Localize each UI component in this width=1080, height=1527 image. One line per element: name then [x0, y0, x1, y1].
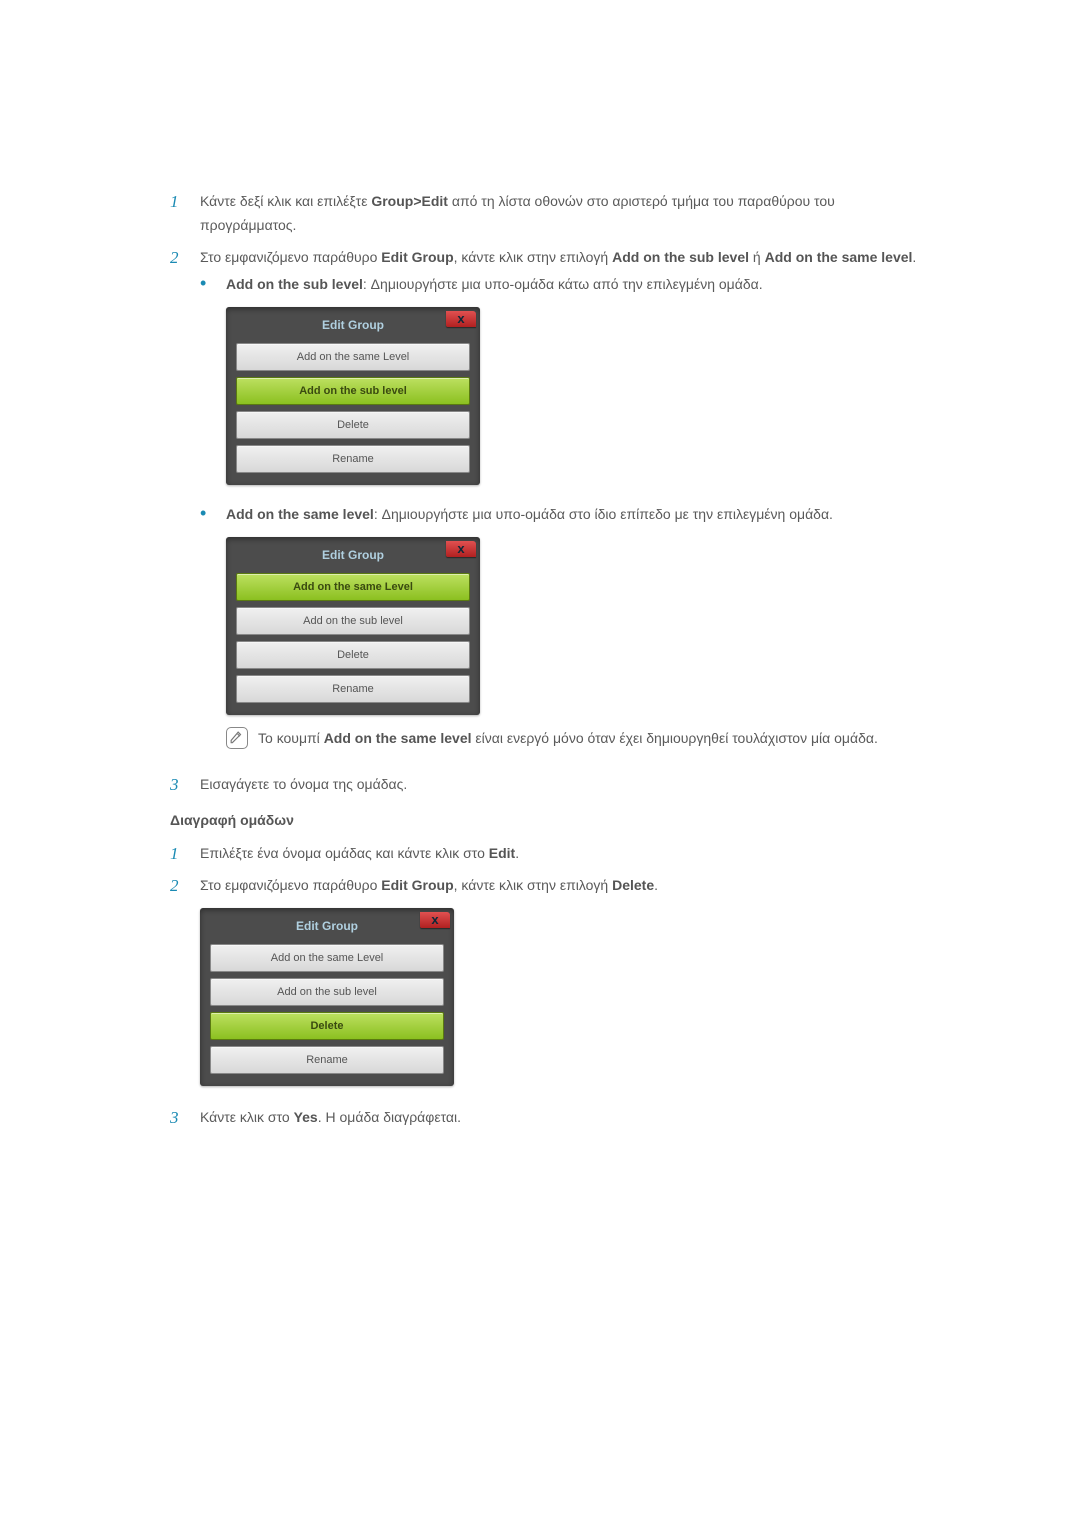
steps-list-b: 1 Επιλέξτε ένα όνομα ομάδας και κάντε κλ… — [170, 842, 925, 1129]
step-number: 1 — [170, 190, 194, 214]
del-step-3: 3 Κάντε κλικ στο Yes. Η ομάδα διαγράφετα… — [170, 1106, 925, 1130]
dialog-title: Edit Group — [322, 315, 384, 335]
text: . — [912, 249, 916, 265]
rename-button[interactable]: Rename — [236, 675, 470, 703]
bullet-body: Add on the same level: Δημιουργήστε μια … — [226, 503, 925, 759]
text: Στο εμφανιζόμενο παράθυρο — [200, 249, 381, 265]
edit-group-dialog-delete: Edit Group x Add on the same Level Add o… — [200, 908, 454, 1086]
subheading-delete-groups: Διαγραφή ομάδων — [170, 809, 925, 833]
add-same-level-button[interactable]: Add on the same Level — [236, 343, 470, 371]
bold: Add on the sub level — [612, 249, 749, 265]
step-body: Στο εμφανιζόμενο παράθυρο Edit Group, κά… — [200, 246, 925, 765]
del-step-2: 2 Στο εμφανιζόμενο παράθυρο Edit Group, … — [170, 874, 925, 1098]
dialog-titlebar: Edit Group x — [232, 543, 474, 567]
delete-button[interactable]: Delete — [236, 411, 470, 439]
step-body: Κάντε κλικ στο Yes. Η ομάδα διαγράφεται. — [200, 1106, 925, 1130]
bold: Add on the same level — [765, 249, 913, 265]
dialog-title: Edit Group — [296, 916, 358, 936]
steps-list-a: 1 Κάντε δεξί κλικ και επιλέξτε Group>Edi… — [170, 190, 925, 797]
bold: Add on the same level — [226, 506, 374, 522]
step-1: 1 Κάντε δεξί κλικ και επιλέξτε Group>Edi… — [170, 190, 925, 238]
close-icon[interactable]: x — [446, 311, 476, 327]
delete-button[interactable]: Delete — [236, 641, 470, 669]
step-number: 2 — [170, 874, 194, 898]
step-body: Κάντε δεξί κλικ και επιλέξτε Group>Edit … — [200, 190, 925, 238]
text: , κάντε κλικ στην επιλογή — [454, 249, 612, 265]
close-icon[interactable]: x — [420, 912, 450, 928]
bullet-dot-icon: • — [200, 503, 222, 525]
bold: Edit Group — [381, 249, 453, 265]
text: : Δημιουργήστε μια υπο-ομάδα κάτω από τη… — [363, 276, 763, 292]
bullet-body: Add on the sub level: Δημιουργήστε μια υ… — [226, 273, 925, 497]
step-number: 3 — [170, 773, 194, 797]
note-icon — [226, 727, 248, 749]
rename-button[interactable]: Rename — [210, 1046, 444, 1074]
text: ή — [749, 249, 765, 265]
text: . — [515, 845, 519, 861]
add-sub-level-button[interactable]: Add on the sub level — [236, 377, 470, 405]
text: Κάντε κλικ στο — [200, 1109, 294, 1125]
bold: Delete — [612, 877, 654, 893]
dialog-title: Edit Group — [322, 545, 384, 565]
note-text: Το κουμπί Add on the same level είναι εν… — [258, 727, 925, 751]
step-number: 3 — [170, 1106, 194, 1130]
text: , κάντε κλικ στην επιλογή — [454, 877, 612, 893]
step-3: 3 Εισαγάγετε το όνομα της ομάδας. — [170, 773, 925, 797]
step-body: Επιλέξτε ένα όνομα ομάδας και κάντε κλικ… — [200, 842, 925, 866]
bold: Add on the same level — [324, 730, 472, 746]
dialog-titlebar: Edit Group x — [206, 914, 448, 938]
note: Το κουμπί Add on the same level είναι εν… — [226, 727, 925, 751]
text: Το κουμπί — [258, 730, 324, 746]
bold: Edit Group — [381, 877, 453, 893]
del-step-1: 1 Επιλέξτε ένα όνομα ομάδας και κάντε κλ… — [170, 842, 925, 866]
dialog-titlebar: Edit Group x — [232, 313, 474, 337]
add-same-level-button[interactable]: Add on the same Level — [210, 944, 444, 972]
step-body: Στο εμφανιζόμενο παράθυρο Edit Group, κά… — [200, 874, 925, 1098]
delete-button[interactable]: Delete — [210, 1012, 444, 1040]
add-sub-level-button[interactable]: Add on the sub level — [236, 607, 470, 635]
step-number: 2 — [170, 246, 194, 270]
text: είναι ενεργό μόνο όταν έχει δημιουργηθεί… — [472, 730, 878, 746]
add-same-level-button[interactable]: Add on the same Level — [236, 573, 470, 601]
bullet-list: • Add on the sub level: Δημιουργήστε μια… — [200, 273, 925, 758]
step-2: 2 Στο εμφανιζόμενο παράθυρο Edit Group, … — [170, 246, 925, 765]
document-page: 1 Κάντε δεξί κλικ και επιλέξτε Group>Edi… — [0, 0, 1080, 1527]
edit-group-dialog-sub: Edit Group x Add on the same Level Add o… — [226, 307, 480, 485]
bold: Add on the sub level — [226, 276, 363, 292]
text: . Η ομάδα διαγράφεται. — [318, 1109, 461, 1125]
bold: Yes — [294, 1109, 318, 1125]
add-sub-level-button[interactable]: Add on the sub level — [210, 978, 444, 1006]
bold: Group>Edit — [371, 193, 448, 209]
bullet-dot-icon: • — [200, 273, 222, 295]
edit-group-dialog-same: Edit Group x Add on the same Level Add o… — [226, 537, 480, 715]
bullet-sub-level: • Add on the sub level: Δημιουργήστε μια… — [200, 273, 925, 497]
text: : Δημιουργήστε μια υπο-ομάδα στο ίδιο επ… — [374, 506, 833, 522]
step-body: Εισαγάγετε το όνομα της ομάδας. — [200, 773, 925, 797]
close-icon[interactable]: x — [446, 541, 476, 557]
bullet-same-level: • Add on the same level: Δημιουργήστε μι… — [200, 503, 925, 759]
text: Στο εμφανιζόμενο παράθυρο — [200, 877, 381, 893]
text: . — [654, 877, 658, 893]
bold: Edit — [489, 845, 515, 861]
text: Κάντε δεξί κλικ και επιλέξτε — [200, 193, 371, 209]
step-number: 1 — [170, 842, 194, 866]
text: Επιλέξτε ένα όνομα ομάδας και κάντε κλικ… — [200, 845, 489, 861]
rename-button[interactable]: Rename — [236, 445, 470, 473]
